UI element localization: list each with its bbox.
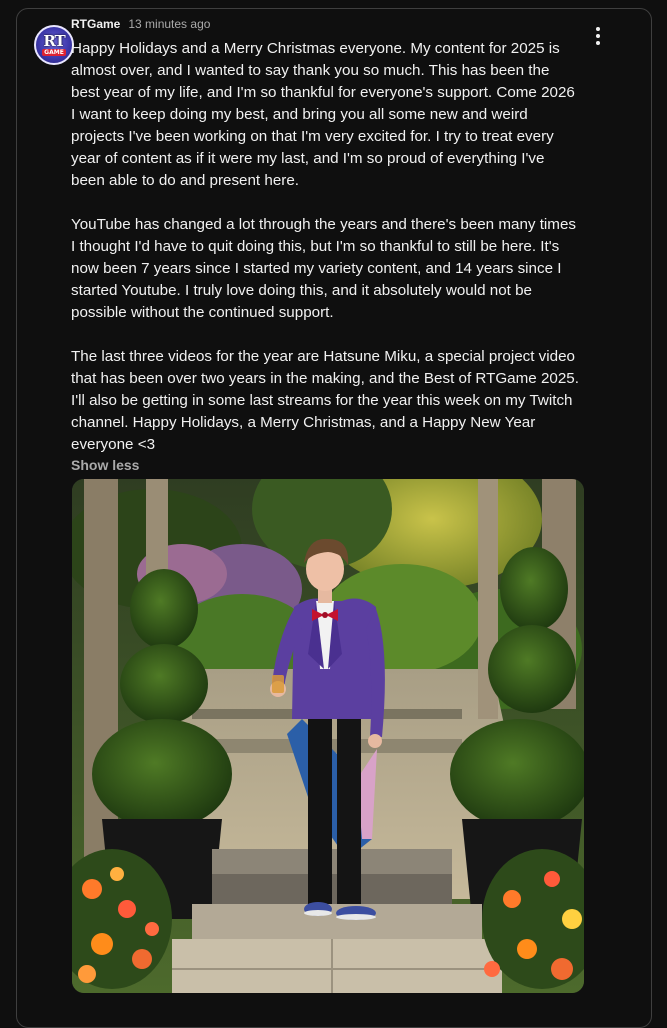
garden-photo-illustration bbox=[72, 479, 584, 993]
author-name[interactable]: RTGame bbox=[71, 17, 120, 31]
more-vert-icon[interactable] bbox=[586, 24, 610, 48]
post-image[interactable] bbox=[72, 479, 584, 993]
avatar-logo-subtext: GAME bbox=[42, 49, 66, 56]
post-header: RTGame 13 minutes ago bbox=[71, 17, 210, 31]
post-paragraph: YouTube has changed a lot through the ye… bbox=[71, 216, 576, 321]
show-less-button[interactable]: Show less bbox=[71, 457, 139, 473]
menu-dot bbox=[596, 34, 600, 38]
channel-avatar[interactable]: RT GAME bbox=[34, 25, 74, 65]
post-paragraph: The last three videos for the year are H… bbox=[71, 348, 579, 453]
post-body: Happy Holidays and a Merry Christmas eve… bbox=[71, 38, 581, 456]
post-paragraph: Happy Holidays and a Merry Christmas eve… bbox=[71, 40, 575, 189]
avatar-logo-text: RT bbox=[43, 32, 65, 50]
post-timestamp[interactable]: 13 minutes ago bbox=[128, 17, 210, 31]
menu-dot bbox=[596, 41, 600, 45]
menu-dot bbox=[596, 27, 600, 31]
